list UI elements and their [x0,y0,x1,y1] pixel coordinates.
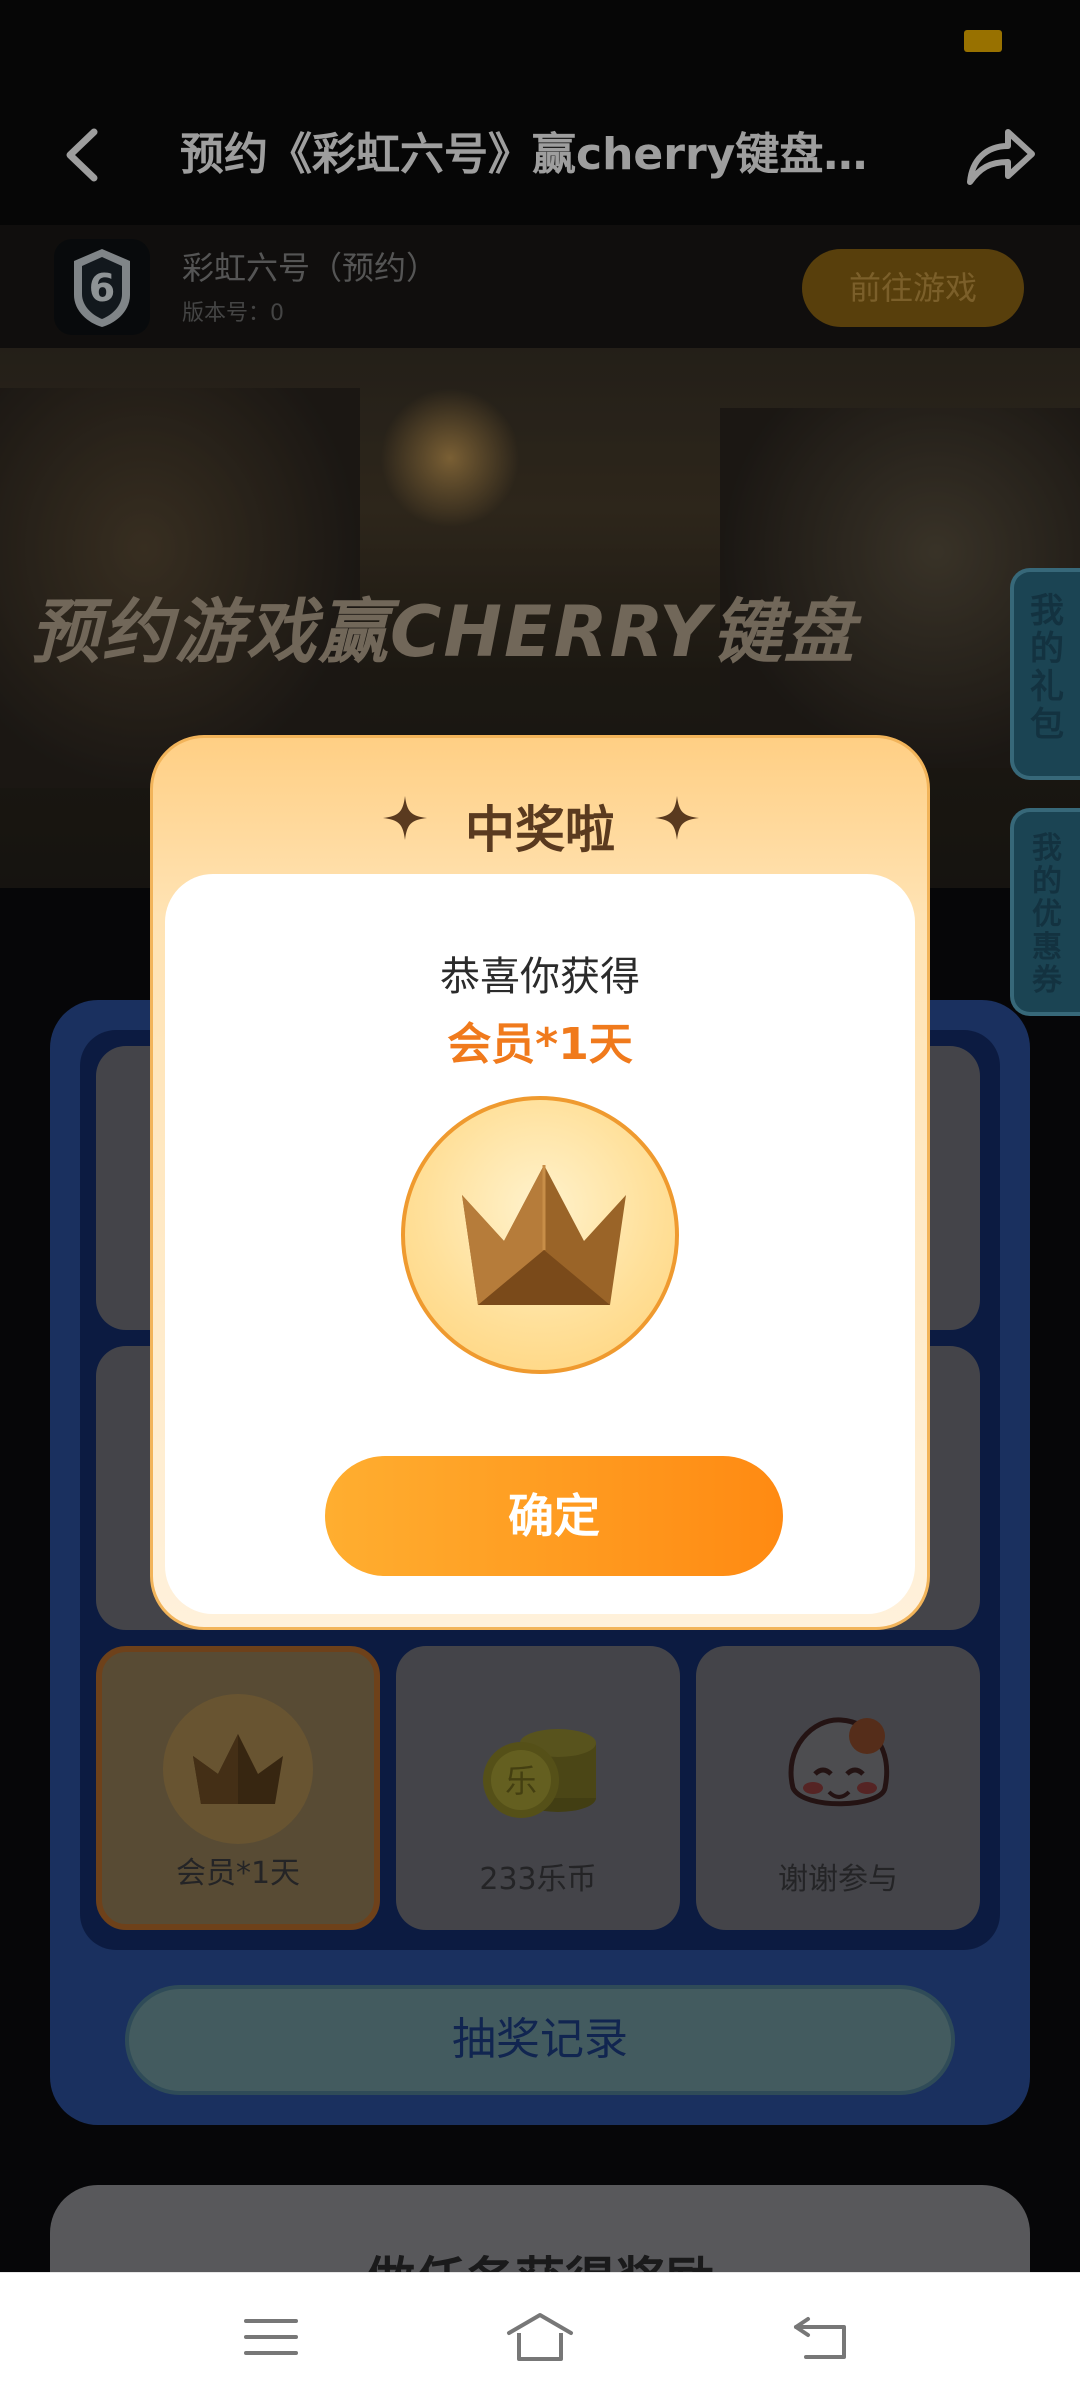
dialog-title: 中奖啦 [465,801,615,859]
app-root: 预约《彩虹六号》赢cherry键盘 ... 6 彩虹六号（预约） 版本号：0 前… [0,0,1080,2400]
prize-name: 会员*1天 [447,1019,633,1070]
prize-badge [401,1096,679,1374]
home-icon[interactable] [505,2309,575,2365]
sparkle-icon [655,796,699,840]
back-nav-icon[interactable] [786,2309,856,2365]
prize-dialog: 中奖啦 恭喜你获得 会员*1天 确定 [150,735,930,1630]
dialog-body: 恭喜你获得 会员*1天 确定 [165,874,915,1614]
system-nav-bar [0,2272,1080,2400]
confirm-button[interactable]: 确定 [325,1456,783,1576]
congrats-text: 恭喜你获得 [440,954,640,1000]
menu-icon[interactable] [236,2309,306,2365]
crown-icon [462,1165,626,1305]
